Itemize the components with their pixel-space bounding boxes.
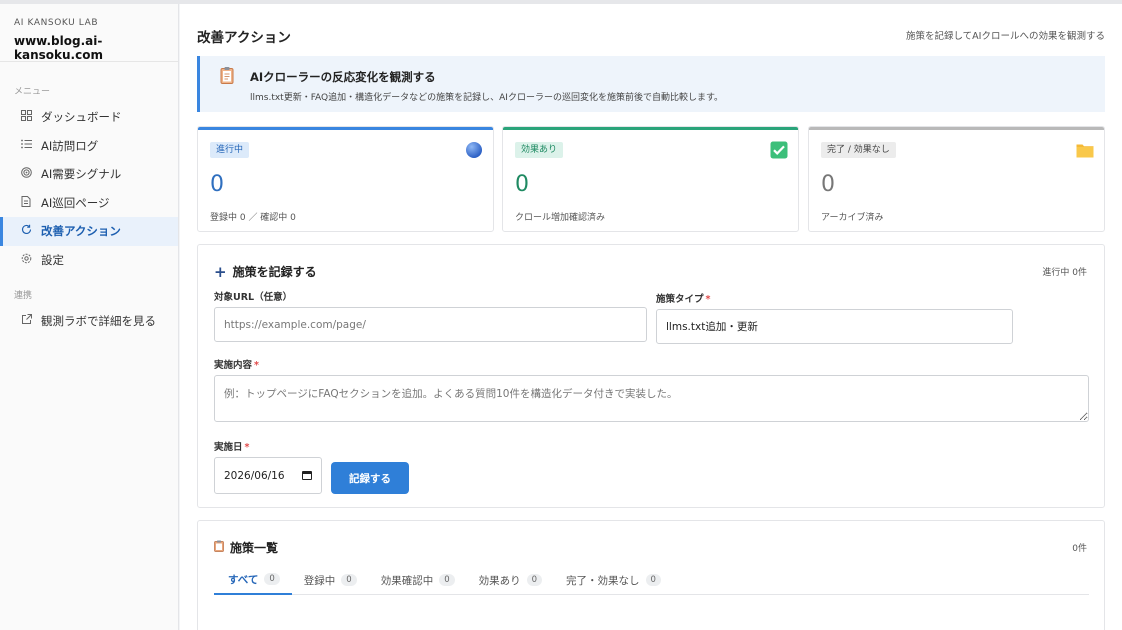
- document-icon: [19, 195, 33, 210]
- sidebar-item-settings[interactable]: 設定: [0, 246, 178, 275]
- action-type-select[interactable]: llms.txt追加・更新: [656, 309, 1013, 344]
- date-label-text: 実施日: [214, 442, 243, 453]
- list-count: 0件: [1072, 544, 1087, 554]
- tab-label: 完了・効果なし: [566, 574, 640, 587]
- brand: AI KANSOKU LAB www.blog.ai-kansoku.com: [0, 4, 178, 62]
- stat-subtext: 登録中 0 ／ 確認中 0: [210, 213, 296, 223]
- calendar-icon[interactable]: [302, 471, 312, 480]
- content-textarea[interactable]: [214, 375, 1089, 422]
- stat-accent-bar: [198, 127, 493, 130]
- sidebar-item-ai-visit-log[interactable]: AI訪問ログ: [0, 132, 178, 161]
- banner-description: llms.txt更新・FAQ追加・構造化データなどの施策を記録し、AIクローラー…: [250, 93, 724, 103]
- sidebar-item-label: 観測ラボで詳細を見る: [41, 314, 156, 329]
- tab-effective[interactable]: 効果あり 0: [467, 565, 554, 595]
- sidebar: AI KANSOKU LAB www.blog.ai-kansoku.com メ…: [0, 4, 179, 630]
- stat-accent-bar: [503, 127, 798, 130]
- sidebar-item-label: 改善アクション: [41, 224, 121, 239]
- tab-label: 効果あり: [478, 574, 521, 587]
- grid-icon: [19, 110, 33, 124]
- blue-circle-icon: [465, 141, 483, 159]
- refresh-icon: [19, 224, 33, 238]
- stat-card-archived: 完了 / 効果なし 0 アーカイブ済み: [808, 126, 1105, 232]
- brand-name: AI KANSOKU LAB: [14, 18, 99, 28]
- sidebar-item-dashboard[interactable]: ダッシュボード: [0, 103, 178, 132]
- record-action-form: + 施策を記録する 進行中 0件 対象URL（任意） 施策タイプ* llms.t…: [197, 244, 1105, 508]
- form-title-text: 施策を記録する: [232, 265, 317, 279]
- action-type-value: llms.txt追加・更新: [666, 321, 758, 333]
- tab-verifying[interactable]: 効果確認中 0: [369, 565, 467, 595]
- stat-card-effective: 効果あり 0 クロール増加確認済み: [502, 126, 799, 232]
- gear-icon: [19, 253, 33, 267]
- tab-label: すべて: [228, 573, 259, 586]
- stat-value: 0: [515, 172, 529, 197]
- status-badge: 効果あり: [515, 142, 564, 158]
- external-link-icon: [19, 314, 33, 328]
- menu-heading: メニュー: [14, 87, 51, 97]
- clipboard-icon: [220, 66, 234, 84]
- sidebar-item-label: ダッシュボード: [41, 110, 122, 125]
- tab-registered[interactable]: 登録中 0: [292, 565, 369, 595]
- banner-title: AIクローラーの反応変化を観測する: [250, 70, 436, 84]
- date-label: 実施日 *: [214, 439, 249, 453]
- list-title-text: 施策一覧: [230, 541, 279, 555]
- target-url-input[interactable]: [214, 307, 647, 342]
- stat-accent-bar: [809, 127, 1104, 130]
- record-button[interactable]: 記録する: [331, 462, 409, 494]
- signal-icon: [19, 167, 33, 181]
- type-label: 施策タイプ *: [656, 291, 710, 305]
- url-label: 対象URL（任意）: [214, 289, 292, 303]
- tab-completed-no-effect[interactable]: 完了・効果なし 0: [554, 565, 673, 595]
- tab-label: 効果確認中: [380, 574, 434, 587]
- form-status-count: 進行中 0件: [1042, 268, 1087, 278]
- stat-value: 0: [821, 172, 835, 197]
- list-title: 施策一覧: [214, 539, 278, 556]
- tab-count: 0: [341, 574, 357, 586]
- tab-count: 0: [645, 574, 661, 586]
- check-box-icon: [770, 141, 788, 159]
- status-badge: 進行中: [210, 142, 250, 158]
- type-label-text: 施策タイプ: [656, 294, 704, 305]
- sidebar-item-label: AI需要シグナル: [41, 167, 122, 182]
- page-hint: 施策を記録してAIクロールへの効果を観測する: [905, 31, 1105, 42]
- sidebar-item-observation-lab[interactable]: 観測ラボで詳細を見る: [0, 307, 178, 336]
- content-label: 実施内容 *: [214, 357, 259, 371]
- list-icon: [19, 139, 33, 152]
- page-title: 改善アクション: [197, 30, 291, 46]
- required-mark: *: [705, 294, 711, 305]
- plus-icon: +: [214, 262, 227, 281]
- folder-icon: [1076, 141, 1094, 159]
- sidebar-item-label: AI巡回ページ: [41, 195, 110, 210]
- tab-label: 登録中: [303, 574, 336, 587]
- site-domain: www.blog.ai-kansoku.com: [14, 34, 103, 62]
- sidebar-links: 観測ラボで詳細を見る: [0, 307, 178, 336]
- stat-card-in-progress: 進行中 0 登録中 0 ／ 確認中 0: [197, 126, 494, 232]
- tab-count: 0: [439, 574, 455, 586]
- tab-count: 0: [526, 574, 543, 586]
- sidebar-item-label: AI訪問ログ: [41, 138, 99, 153]
- sidebar-nav: ダッシュボード AI訪問ログ AI需要シグナル AI巡回ページ 改善アクション: [0, 103, 178, 274]
- clipboard-icon: [214, 540, 224, 555]
- stat-subtext: アーカイブ済み: [821, 213, 884, 223]
- sidebar-item-ai-demand-signal[interactable]: AI需要シグナル: [0, 160, 178, 189]
- date-value: 2026/06/16: [224, 469, 285, 482]
- implementation-date-input[interactable]: 2026/06/16: [214, 457, 322, 494]
- sidebar-item-improvement-actions[interactable]: 改善アクション: [0, 217, 178, 246]
- filter-tabs: すべて 0 登録中 0 効果確認中 0 効果あり 0 完了・効果なし 0: [214, 565, 1089, 595]
- url-label-text: 対象URL（任意）: [214, 292, 293, 303]
- main-content: 改善アクション 施策を記録してAIクロールへの効果を観測する AIクローラーの反…: [180, 4, 1122, 630]
- content-label-text: 実施内容: [214, 360, 253, 371]
- info-banner: AIクローラーの反応変化を観測する llms.txt更新・FAQ追加・構造化デー…: [197, 56, 1105, 112]
- link-heading: 連携: [14, 291, 33, 301]
- form-title: + 施策を記録する: [214, 263, 317, 280]
- sidebar-item-ai-crawled-pages[interactable]: AI巡回ページ: [0, 189, 178, 218]
- tab-count: 0: [264, 573, 280, 585]
- sidebar-item-label: 設定: [41, 252, 64, 267]
- required-mark: *: [244, 442, 250, 453]
- stat-subtext: クロール増加確認済み: [515, 213, 606, 223]
- action-list: 施策一覧 0件 すべて 0 登録中 0 効果確認中 0 効果あり 0 完了・効果なし 0: [197, 520, 1105, 630]
- tab-all[interactable]: すべて 0: [214, 565, 292, 595]
- stat-value: 0: [210, 172, 224, 197]
- status-badge: 完了 / 効果なし: [821, 142, 896, 158]
- required-mark: *: [254, 360, 259, 371]
